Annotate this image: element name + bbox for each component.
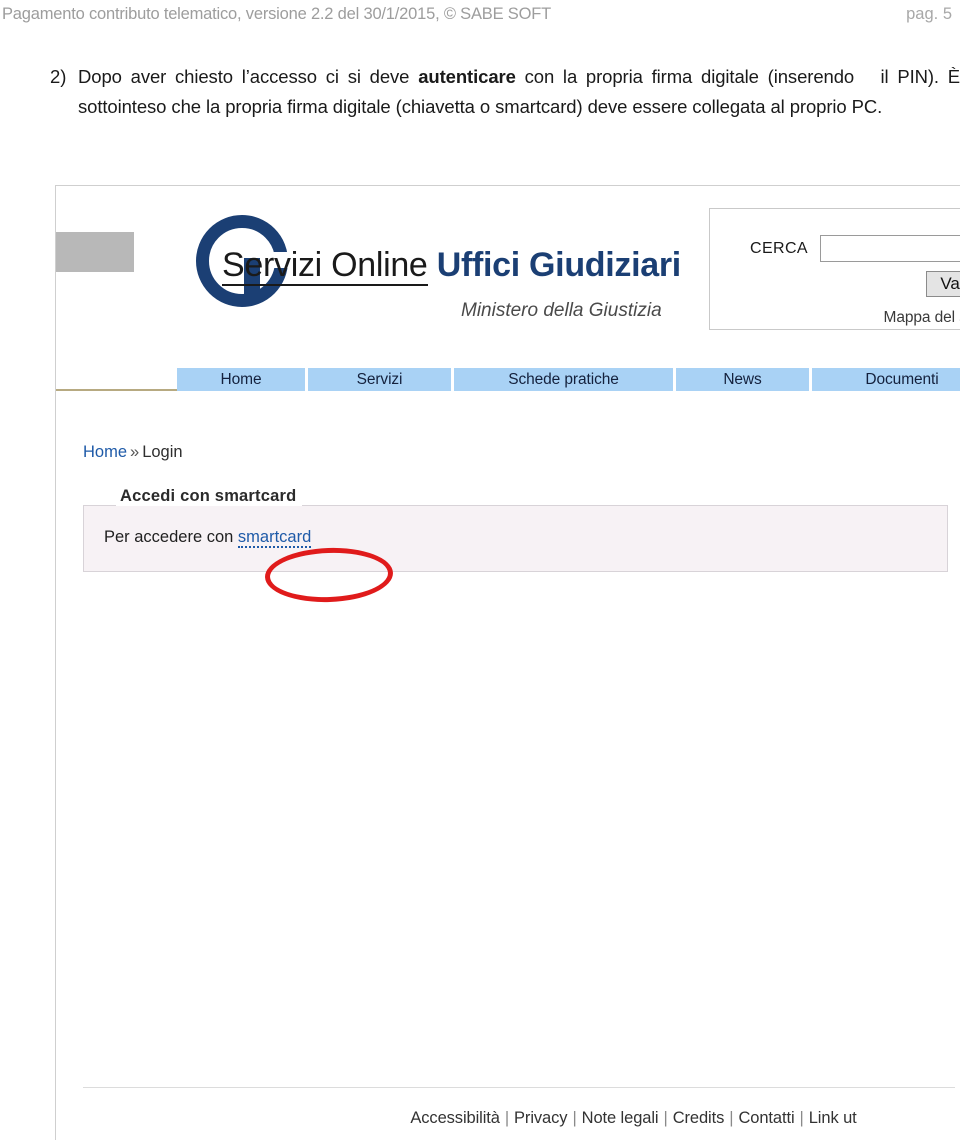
list-item: 2) Dopo aver chiesto l’accesso ci si dev… — [40, 62, 960, 122]
nav-tab-schede-pratiche[interactable]: Schede pratiche — [454, 368, 676, 392]
annotation-ellipse — [264, 545, 394, 605]
logo-title-part-2: Uffici Giudiziari — [427, 246, 682, 284]
footer-separator-4: | — [729, 1109, 734, 1127]
page-content: Home» Login Accedi con smartcard Per acce… — [56, 391, 960, 1140]
list-item-text: Dopo aver chiesto l’accesso ci si deve a… — [78, 62, 960, 122]
search-panel: CERCA Vai Mappa del sito|C — [709, 208, 960, 330]
login-panel-text-prefix: Per accedere con — [104, 528, 238, 546]
footer-separator-1: | — [504, 1109, 510, 1127]
footer-link-privacy[interactable]: Privacy — [514, 1109, 568, 1127]
header-utility-links: Mappa del sito|C — [884, 309, 960, 327]
logo-title: Servizi Online Uffici Giudiziari — [222, 246, 682, 286]
embedded-screenshot: Servizi Online Uffici Giudiziari Ministe… — [55, 185, 960, 1140]
search-input[interactable] — [820, 235, 960, 262]
smartcard-link[interactable]: smartcard — [237, 528, 312, 548]
nav-tab-home[interactable]: Home — [177, 368, 308, 392]
search-label: CERCA — [750, 239, 809, 257]
document-header-title: Pagamento contributo telematico, version… — [2, 4, 551, 23]
nav-tab-documenti[interactable]: Documenti — [812, 368, 960, 392]
site-logo[interactable]: Servizi Online Uffici Giudiziari Ministe… — [116, 208, 716, 338]
logo-subtitle: Ministero della Giustizia — [461, 300, 662, 321]
footer-separator-2: | — [572, 1109, 577, 1127]
nav-tab-servizi[interactable]: Servizi — [308, 368, 454, 392]
breadcrumb-home[interactable]: Home — [83, 443, 127, 461]
page-number: pag. 5 — [906, 4, 952, 23]
login-panel-text: Per accedere con smartcard — [104, 528, 312, 548]
breadcrumb-separator: » — [130, 443, 140, 461]
breadcrumb-current: Login — [142, 443, 183, 461]
footer-link-contatti[interactable]: Contatti — [738, 1109, 794, 1127]
footer-link-link-utili[interactable]: Link ut — [809, 1109, 857, 1127]
document-header: Pagamento contributo telematico, version… — [0, 0, 960, 28]
paragraph-part-2: con la propria firma digitale (inserendo — [515, 66, 855, 87]
login-panel-legend: Accedi con smartcard — [116, 487, 303, 506]
footer-divider — [83, 1087, 955, 1088]
list-item-marker: 2) — [50, 66, 67, 87]
breadcrumb: Home» Login — [83, 443, 183, 462]
footer-links: Accessibilità | Privacy | Note legali | Credit… — [56, 1109, 960, 1128]
link-mappa-del-sito[interactable]: Mappa del sito — [884, 309, 960, 326]
footer-link-credits[interactable]: Credits — [673, 1109, 725, 1127]
paragraph-emphasis: autenticare — [418, 66, 516, 87]
search-submit-button[interactable]: Vai — [926, 271, 960, 297]
footer-link-note-legali[interactable]: Note legali — [582, 1109, 659, 1127]
login-smartcard-panel: Accedi con smartcard Per accedere con sm… — [83, 487, 948, 605]
paragraph-part-1: Dopo aver chiesto l’accesso ci si deve — [78, 66, 419, 87]
logo-title-part-1: Servizi Online — [222, 246, 428, 286]
footer-separator-3: | — [663, 1109, 668, 1127]
document-body: 2) Dopo aver chiesto l’accesso ci si dev… — [40, 62, 960, 122]
footer-separator-5: | — [799, 1109, 804, 1127]
nav-tab-news[interactable]: News — [676, 368, 812, 392]
search-row: CERCA — [750, 235, 960, 262]
footer-link-accessibilita[interactable]: Accessibilità — [410, 1109, 500, 1127]
site-header: Servizi Online Uffici Giudiziari Ministe… — [56, 186, 960, 394]
